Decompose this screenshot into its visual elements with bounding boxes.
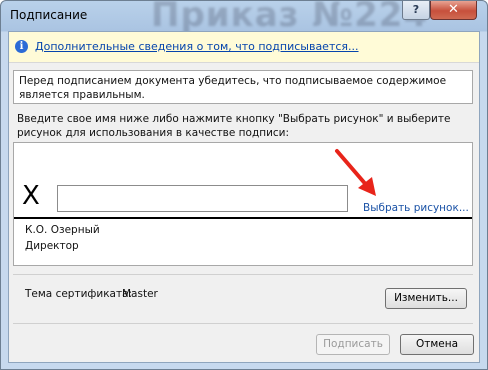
dialog-body: i Дополнительные сведения о том, что под… <box>8 31 480 363</box>
select-image-link[interactable]: Выбрать рисунок... <box>363 202 469 214</box>
divider <box>13 274 473 275</box>
sign-button[interactable]: Подписать <box>316 334 390 355</box>
divider <box>13 323 473 324</box>
more-info-link[interactable]: Дополнительные сведения о том, что подпи… <box>35 40 359 53</box>
signature-name-input[interactable] <box>57 185 348 212</box>
signer-title: Директор <box>25 240 79 252</box>
certificate-value: Master <box>122 288 158 300</box>
signature-line <box>14 217 472 219</box>
cancel-button[interactable]: Отмена <box>400 334 474 355</box>
background-watermark: Приказ №224 <box>151 0 429 35</box>
change-certificate-button[interactable]: Изменить... <box>385 288 467 309</box>
instructions-text: Введите свое имя ниже либо нажмите кнопк… <box>17 113 451 139</box>
certificate-label: Тема сертификата: <box>25 288 133 300</box>
info-icon: i <box>15 40 28 53</box>
help-button[interactable]: ? <box>402 1 430 20</box>
signature-area: X Выбрать рисунок... К.О. Озерный Директ… <box>13 142 473 266</box>
title-bar[interactable]: Приказ №224 Подписание ? ✕ <box>1 1 487 35</box>
signing-dialog: Приказ №224 Подписание ? ✕ i Дополнитель… <box>0 0 488 370</box>
close-button[interactable]: ✕ <box>430 1 477 20</box>
signature-x-mark: X <box>22 181 40 211</box>
signer-name: К.О. Озерный <box>25 224 100 236</box>
info-bar: i Дополнительные сведения о том, что под… <box>9 32 479 63</box>
window-title: Подписание <box>10 8 88 22</box>
warning-message: Перед подписанием документа убедитесь, ч… <box>13 70 473 104</box>
